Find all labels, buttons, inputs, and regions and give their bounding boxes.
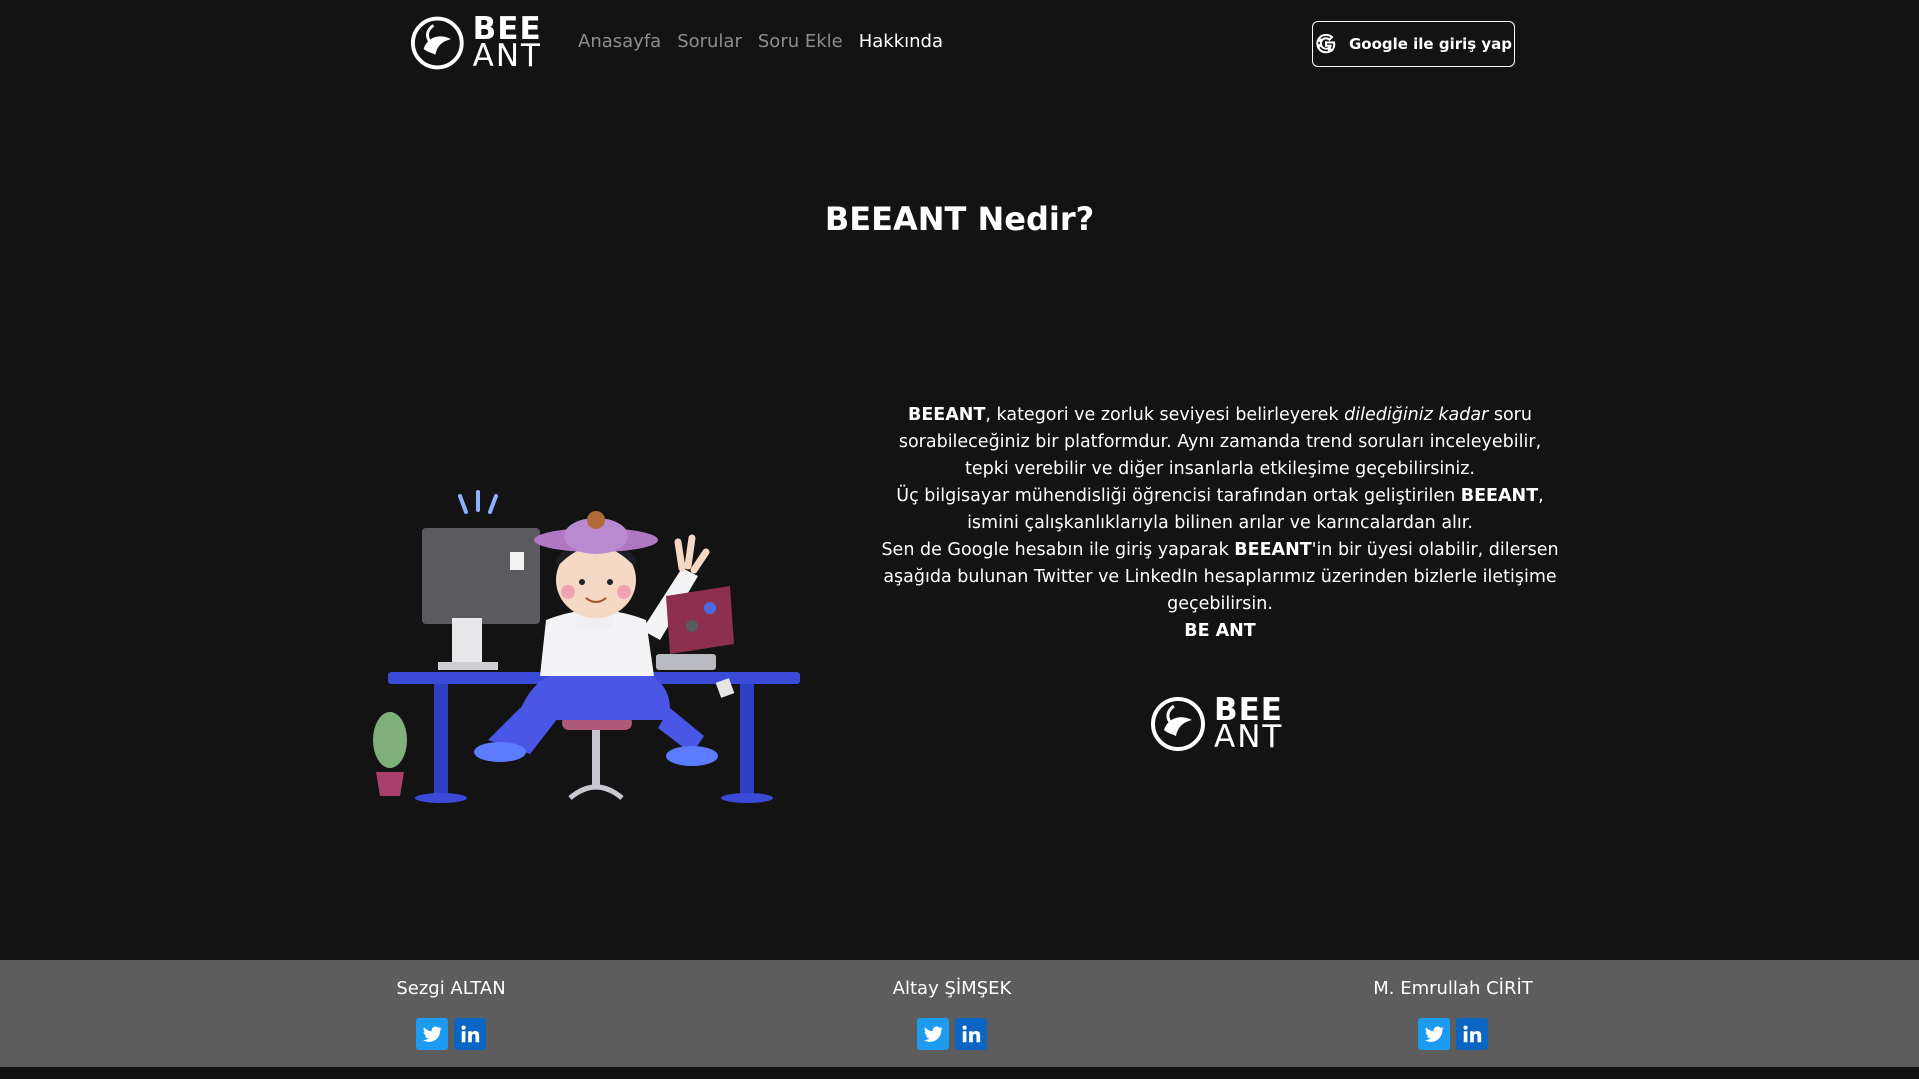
nav-links: Anasayfa Sorular Soru Ekle Hakkında — [578, 31, 943, 52]
beeant-logo-icon — [410, 16, 464, 70]
footer: Sezgi ALTAN Altay ŞİMŞEK M. Emrullah CİR… — [0, 960, 1919, 1067]
logo-text: BEE ANT — [1214, 695, 1284, 755]
google-icon — [1316, 33, 1336, 54]
nav-add-question[interactable]: Soru Ekle — [758, 31, 843, 52]
about-p1a: , kategori ve zorluk seviyesi belirleyer… — [985, 405, 1345, 425]
nav-questions[interactable]: Sorular — [677, 31, 742, 52]
logo-text: BEE ANT — [472, 14, 542, 74]
google-login-button[interactable]: Google ile giriş yap — [1312, 21, 1515, 67]
logo-line2: ANT — [472, 38, 542, 74]
page-title: BEEANT Nedir? — [824, 200, 1095, 238]
beeant-logo-icon — [1151, 697, 1205, 751]
developer-illustration — [373, 490, 800, 803]
logo-line2: ANT — [1214, 719, 1284, 755]
twitter-icon[interactable] — [1418, 1018, 1450, 1050]
about-p3a: Sen de Google hesabın ile giriş yaparak — [881, 540, 1235, 560]
brand-name: BEEANT — [1460, 486, 1539, 506]
laptop-icon — [656, 586, 734, 670]
login-label: Google ile giriş yap — [1348, 35, 1513, 53]
bottom-bar — [0, 1067, 1919, 1079]
about-p1-emphasis: dilediğiniz kadar — [1344, 405, 1489, 425]
linkedin-icon[interactable] — [955, 1018, 987, 1050]
member-name: Sezgi ALTAN — [396, 978, 506, 999]
monitor-icon — [422, 528, 540, 670]
linkedin-icon[interactable] — [1456, 1018, 1488, 1050]
logo[interactable]: BEE ANT — [410, 14, 542, 72]
twitter-icon[interactable] — [917, 1018, 949, 1050]
plant-icon — [373, 712, 407, 796]
team-member: Sezgi ALTAN — [321, 978, 581, 1050]
social-links — [822, 1018, 1082, 1050]
nav-about[interactable]: Hakkında — [859, 31, 943, 52]
linkedin-icon[interactable] — [454, 1018, 486, 1050]
team-member: M. Emrullah CİRİT — [1323, 978, 1583, 1050]
about-signature: BE ANT — [1184, 621, 1256, 641]
brand-name: BEEANT — [1234, 540, 1312, 560]
brand-name: BEEANT — [908, 405, 986, 425]
navbar: BEE ANT Anasayfa Sorular Soru Ekle Hakkı… — [0, 0, 1919, 88]
member-name: Altay ŞİMŞEK — [892, 978, 1012, 999]
about-p2a: Üç bilgisayar mühendisliği öğrencisi tar… — [896, 486, 1461, 506]
member-name: M. Emrullah CİRİT — [1373, 978, 1533, 999]
social-links — [1323, 1018, 1583, 1050]
team-member: Altay ŞİMŞEK — [822, 978, 1082, 1050]
about-text: BEEANT, kategori ve zorluk seviyesi beli… — [880, 402, 1560, 645]
nav-home[interactable]: Anasayfa — [578, 31, 661, 52]
content-logo: BEE ANT — [1150, 695, 1284, 755]
twitter-icon[interactable] — [416, 1018, 448, 1050]
social-links — [321, 1018, 581, 1050]
